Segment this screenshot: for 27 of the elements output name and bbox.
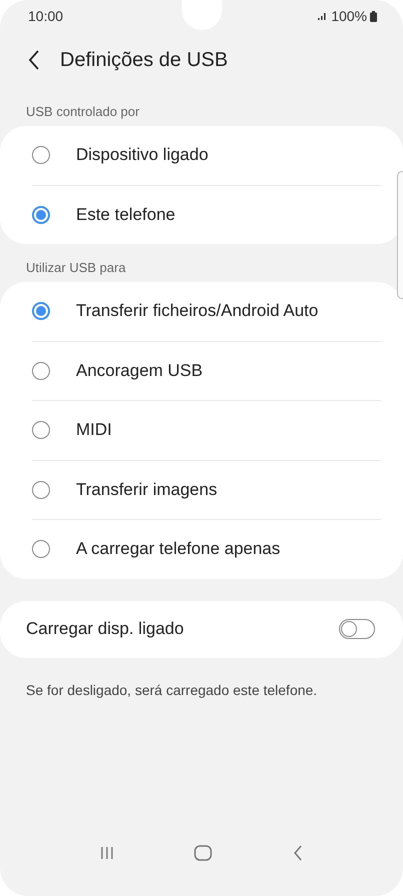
section-label: Utilizar USB para (25, 259, 127, 277)
option-label[interactable]: Transferir imagens (76, 480, 218, 500)
radio-button[interactable] (32, 206, 50, 224)
option-label[interactable]: Dispositivo ligado (76, 145, 208, 166)
radio-button[interactable] (32, 480, 50, 499)
toggle-switch[interactable] (339, 619, 375, 639)
radio-button[interactable] (32, 146, 50, 164)
radio-button[interactable] (32, 421, 50, 440)
option-label[interactable]: Transferir ficheiros/Android Auto (76, 301, 318, 322)
signal-icon (318, 12, 328, 20)
recent-apps-icon[interactable] (100, 846, 114, 860)
radio-button[interactable] (32, 540, 50, 558)
battery-icon (370, 10, 377, 22)
option-label[interactable]: Ancoragem USB (76, 360, 203, 381)
footer-note: Se for desligado, será carregado este telefone. (25, 680, 318, 700)
option-label[interactable]: MIDI (76, 420, 112, 440)
home-icon[interactable] (194, 845, 212, 861)
option-label[interactable]: Este telefone (76, 204, 176, 225)
radio-button[interactable] (32, 302, 50, 320)
option-label[interactable]: A carregar telefone apenas (76, 539, 280, 560)
back-icon[interactable] (28, 50, 40, 70)
page-title: Definições de USB (60, 48, 228, 72)
battery-percent: 100% (331, 8, 367, 24)
switch-label[interactable]: Carregar disp. ligado (26, 619, 184, 639)
section-label: USB controlado por (25, 103, 140, 121)
status-time: 10:00 (28, 8, 64, 24)
radio-button[interactable] (32, 362, 50, 380)
